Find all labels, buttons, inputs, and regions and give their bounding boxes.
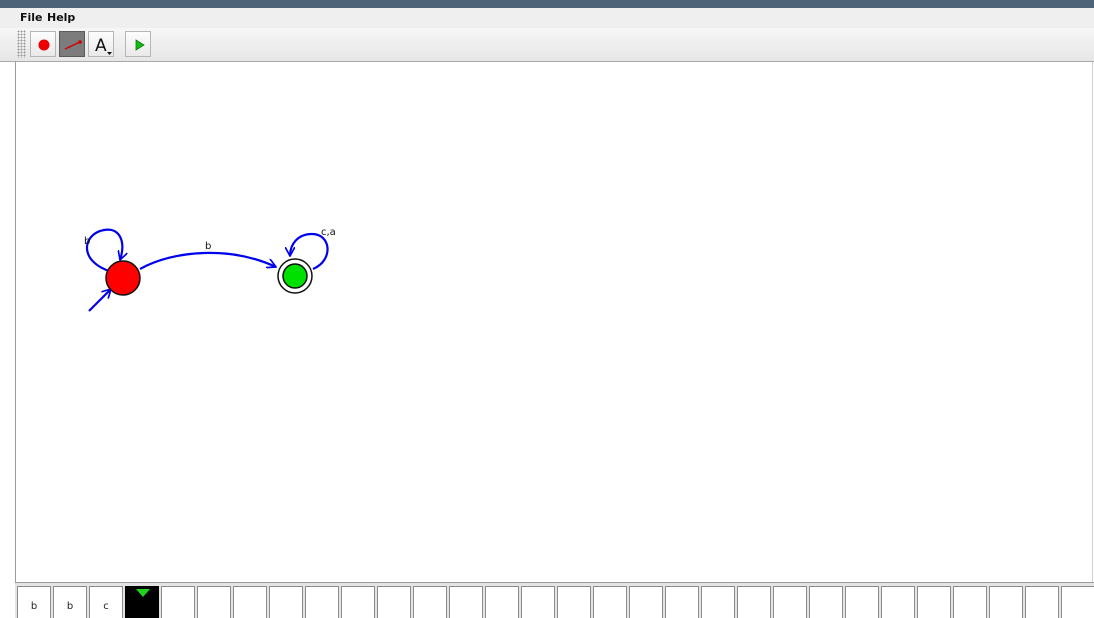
- canvas-right-border: [1092, 62, 1093, 582]
- tape-cell[interactable]: [233, 586, 267, 618]
- q0-q1-label: b: [205, 241, 211, 252]
- tape-cell[interactable]: [557, 586, 591, 618]
- menu-bar: File Help: [0, 8, 1094, 28]
- tape-cell[interactable]: [341, 586, 375, 618]
- tape-cell[interactable]: [485, 586, 519, 618]
- tape-cell[interactable]: [161, 586, 195, 618]
- red-line-icon: [64, 40, 82, 50]
- play-icon: [135, 39, 145, 51]
- toolbar: A: [0, 28, 1094, 62]
- tape-cell[interactable]: [989, 586, 1023, 618]
- tape-cell[interactable]: [737, 586, 771, 618]
- tape-head-cell[interactable]: [125, 586, 159, 618]
- tape-cell[interactable]: b: [17, 586, 51, 618]
- initial-state-arrow: [88, 289, 111, 312]
- q0-to-q1-transition[interactable]: [139, 251, 276, 270]
- tape-cell[interactable]: [449, 586, 483, 618]
- tape-cell[interactable]: [773, 586, 807, 618]
- tape-cell[interactable]: [305, 586, 339, 618]
- tape-cell[interactable]: [521, 586, 555, 618]
- text-tool-button[interactable]: A: [88, 31, 114, 57]
- text-tool-glyph: A: [95, 36, 107, 56]
- tape-cell[interactable]: b: [53, 586, 87, 618]
- menu-help[interactable]: Help: [47, 11, 75, 24]
- tape-cell[interactable]: [377, 586, 411, 618]
- initial-state-node[interactable]: [105, 260, 141, 296]
- accepting-state-node[interactable]: [282, 263, 308, 289]
- tape-head-marker-icon: [136, 589, 150, 597]
- state-tool-button[interactable]: [30, 31, 56, 57]
- tape-cell[interactable]: [1025, 586, 1059, 618]
- letter-a-icon: A: [95, 36, 112, 56]
- tape-cell[interactable]: [953, 586, 987, 618]
- tape-cell[interactable]: [881, 586, 915, 618]
- tape-cell[interactable]: [701, 586, 735, 618]
- tape-cell[interactable]: [413, 586, 447, 618]
- tape-cell[interactable]: [845, 586, 879, 618]
- input-tape: bbc: [15, 582, 1094, 618]
- red-circle-icon: [38, 39, 50, 51]
- transition-tool-button[interactable]: [59, 31, 85, 57]
- tape-cell[interactable]: c: [89, 586, 123, 618]
- toolbar-grip[interactable]: [17, 30, 26, 58]
- tape-cell[interactable]: [665, 586, 699, 618]
- menu-file[interactable]: File: [20, 11, 43, 24]
- tape-cell[interactable]: [809, 586, 843, 618]
- tape-cell[interactable]: [593, 586, 627, 618]
- run-tool-button[interactable]: [125, 31, 151, 57]
- tape-cell[interactable]: [917, 586, 951, 618]
- q0-loop-label: b: [84, 236, 90, 247]
- window-titlebar: [0, 0, 1094, 8]
- tape-cell[interactable]: [269, 586, 303, 618]
- tape-cell[interactable]: [629, 586, 663, 618]
- tape-cell[interactable]: [197, 586, 231, 618]
- tape-cell[interactable]: [1061, 586, 1094, 618]
- automaton-canvas[interactable]: b b c,a: [16, 62, 1092, 582]
- q1-loop-label: c,a: [321, 227, 336, 238]
- automaton-diagram: b b c,a: [84, 227, 336, 312]
